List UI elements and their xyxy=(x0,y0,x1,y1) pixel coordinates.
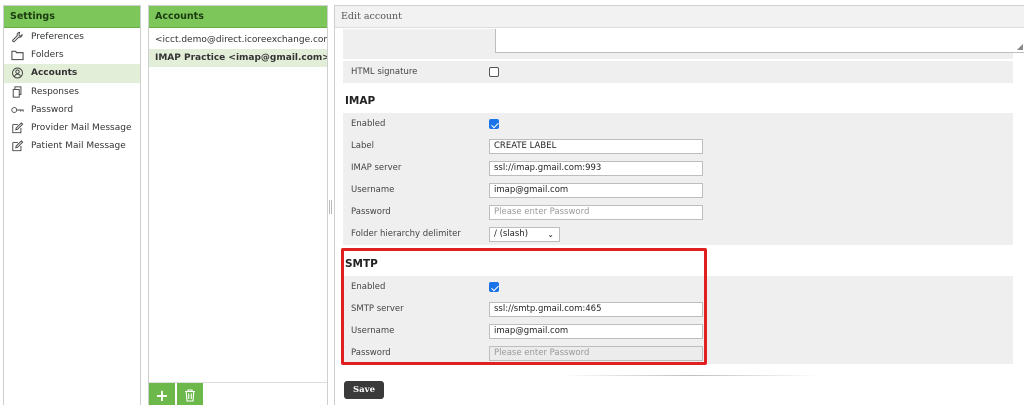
menu-item-label: Password xyxy=(31,104,74,115)
imap-password-row: Password Please enter Password xyxy=(343,201,1013,223)
menu-item-responses[interactable]: Responses xyxy=(4,83,140,101)
imap-username-input[interactable]: imap@gmail.com xyxy=(489,182,703,198)
menu-item-patient-mail-message[interactable]: Patient Mail Message xyxy=(4,137,140,155)
delimiter-select[interactable]: / (slash) ⌄ xyxy=(489,226,560,242)
key-icon xyxy=(10,104,24,116)
menu-item-label: Responses xyxy=(31,86,79,97)
menu-item-label: Provider Mail Message xyxy=(31,123,132,134)
html-signature-row: HTML signature xyxy=(343,61,1013,83)
menu-item-password[interactable]: Password xyxy=(4,101,140,119)
html-signature-label: HTML signature xyxy=(351,67,418,77)
copy-icon xyxy=(10,86,24,98)
panel-splitter[interactable] xyxy=(329,200,332,214)
chevron-down-icon: ⌄ xyxy=(547,229,554,239)
account-item-selected[interactable]: IMAP Practice <imap@gmail.com> xyxy=(149,49,327,67)
smtp-highlight-box xyxy=(341,248,707,365)
delimiter-select-value: / (slash) xyxy=(494,228,529,239)
menu-item-label: Patient Mail Message xyxy=(31,141,126,152)
imap-username-label: Username xyxy=(351,185,395,195)
delete-account-button[interactable] xyxy=(177,383,203,405)
accounts-panel: Accounts <icct.demo@direct.icoreexchange… xyxy=(148,5,328,405)
signature-row: ◢ xyxy=(343,29,1024,59)
edit-icon xyxy=(10,140,24,152)
resize-grip-icon[interactable]: ◢ xyxy=(1017,42,1023,51)
imap-enabled-label: Enabled xyxy=(351,119,386,129)
imap-server-label: IMAP server xyxy=(351,163,402,173)
menu-item-label: Folders xyxy=(31,50,64,61)
menu-item-preferences[interactable]: Preferences xyxy=(4,28,140,46)
wrench-icon xyxy=(10,31,24,43)
imap-delimiter-row: Folder hierarchy delimiter / (slash) ⌄ xyxy=(343,223,1013,245)
imap-password-input[interactable]: Please enter Password xyxy=(489,204,703,220)
imap-label-row: Label CREATE LABEL xyxy=(343,135,1013,157)
trash-icon xyxy=(185,388,195,402)
html-signature-checkbox[interactable] xyxy=(489,67,499,77)
accounts-footer: + xyxy=(149,382,327,405)
settings-panel: Settings Preferences Folders Accounts Re… xyxy=(3,5,141,405)
imap-enabled-row: Enabled xyxy=(343,113,1013,135)
menu-item-folders[interactable]: Folders xyxy=(4,46,140,64)
save-button[interactable]: Save xyxy=(344,381,384,399)
menu-item-label: Preferences xyxy=(31,32,84,43)
divider xyxy=(560,375,820,376)
imap-section-title: IMAP xyxy=(345,95,376,107)
signature-textarea[interactable]: ◢ xyxy=(495,29,1024,53)
imap-label-input[interactable]: CREATE LABEL xyxy=(489,138,703,154)
account-item[interactable]: <icct.demo@direct.icoreexchange.com> xyxy=(149,31,327,49)
menu-item-label: Accounts xyxy=(31,68,78,79)
at-icon xyxy=(10,67,24,79)
accounts-header: Accounts xyxy=(149,6,327,28)
edit-account-header: Edit account xyxy=(335,6,1024,28)
imap-server-row: IMAP server ssl://imap.gmail.com:993 xyxy=(343,157,1013,179)
settings-menu: Preferences Folders Accounts Responses P… xyxy=(4,28,140,155)
add-account-button[interactable]: + xyxy=(149,383,175,405)
settings-header: Settings xyxy=(4,6,140,28)
imap-username-row: Username imap@gmail.com xyxy=(343,179,1013,201)
menu-item-provider-mail-message[interactable]: Provider Mail Message xyxy=(4,119,140,137)
edit-icon xyxy=(10,122,24,134)
imap-enabled-checkbox[interactable] xyxy=(489,119,499,129)
imap-delimiter-label: Folder hierarchy delimiter xyxy=(351,229,461,239)
menu-item-accounts[interactable]: Accounts xyxy=(4,64,140,83)
imap-password-label: Password xyxy=(351,207,391,217)
imap-server-input[interactable]: ssl://imap.gmail.com:993 xyxy=(489,160,703,176)
folder-icon xyxy=(10,49,24,61)
accounts-list: <icct.demo@direct.icoreexchange.com> IMA… xyxy=(149,28,327,67)
imap-label-label: Label xyxy=(351,141,374,151)
